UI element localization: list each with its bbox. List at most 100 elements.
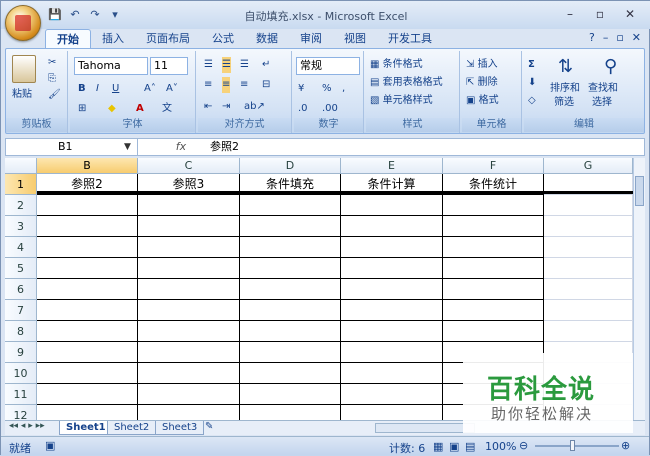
table-cell[interactable] — [240, 384, 341, 405]
font-color-icon[interactable]: A — [136, 101, 144, 117]
decrease-decimal-icon[interactable]: .00 — [322, 101, 338, 117]
normal-view-icon[interactable]: ▦ — [433, 440, 443, 453]
sort-filter-icon[interactable]: ⇅ — [558, 57, 573, 79]
ribbon-restore-icon[interactable]: ▫ — [616, 31, 623, 44]
borders-icon[interactable]: ⊞ — [78, 101, 86, 117]
table-cell[interactable] — [37, 300, 138, 321]
row-header[interactable]: 2 — [5, 195, 37, 216]
horizontal-scrollbar[interactable] — [375, 423, 475, 433]
table-cell[interactable] — [544, 279, 633, 300]
decrease-indent-icon[interactable]: ⇤ — [204, 99, 212, 115]
page-break-view-icon[interactable]: ▤ — [465, 440, 475, 453]
sheet-tab[interactable]: Sheet2 — [107, 421, 157, 435]
select-all-corner[interactable] — [5, 158, 37, 174]
row-header[interactable]: 11 — [5, 384, 37, 405]
table-cell[interactable] — [240, 321, 341, 342]
tab-home[interactable]: 开始 — [45, 29, 91, 49]
table-cell[interactable] — [341, 321, 443, 342]
table-cell[interactable] — [37, 279, 138, 300]
insert-sheet-icon[interactable]: ✎ — [205, 421, 213, 432]
row-header[interactable]: 7 — [5, 300, 37, 321]
row-header[interactable]: 1 — [5, 174, 37, 195]
table-cell[interactable] — [341, 258, 443, 279]
table-cell[interactable] — [138, 342, 240, 363]
insert-cells-button[interactable]: ⇲ 插入 — [466, 57, 498, 73]
table-cell[interactable] — [37, 321, 138, 342]
tab-view[interactable]: 视图 — [333, 29, 377, 49]
table-cell[interactable] — [37, 237, 138, 258]
table-cell[interactable] — [138, 237, 240, 258]
table-cell[interactable] — [544, 258, 633, 279]
table-cell[interactable] — [138, 300, 240, 321]
comma-icon[interactable]: , — [342, 81, 345, 97]
paste-icon[interactable] — [12, 55, 36, 83]
table-cell[interactable] — [37, 216, 138, 237]
zoom-level[interactable]: 100% — [485, 440, 516, 453]
zoom-slider-thumb[interactable] — [570, 440, 575, 451]
table-cell[interactable] — [341, 384, 443, 405]
delete-cells-button[interactable]: ⇱ 删除 — [466, 75, 498, 91]
binoculars-icon[interactable]: ⚲ — [604, 57, 617, 79]
tab-developer[interactable]: 开发工具 — [377, 29, 443, 49]
zoom-in-icon[interactable]: ⊕ — [621, 439, 630, 452]
currency-icon[interactable]: ¥ — [298, 81, 304, 97]
row-header[interactable]: 10 — [5, 363, 37, 384]
column-header[interactable]: B — [37, 158, 138, 174]
table-cell[interactable] — [138, 384, 240, 405]
table-cell[interactable] — [341, 195, 443, 216]
column-header[interactable]: E — [341, 158, 443, 174]
table-cell[interactable] — [240, 195, 341, 216]
copy-icon[interactable]: ⎘ — [48, 71, 56, 87]
font-size-select[interactable]: 11 — [150, 57, 188, 75]
close-button[interactable]: ✕ — [617, 5, 643, 23]
table-cell[interactable] — [138, 321, 240, 342]
column-header[interactable]: G — [544, 158, 633, 174]
autosum-icon[interactable]: Σ — [528, 57, 535, 73]
tab-review[interactable]: 审阅 — [289, 29, 333, 49]
table-cell[interactable] — [544, 321, 633, 342]
grow-font-button[interactable]: A˄ — [144, 81, 156, 97]
increase-decimal-icon[interactable]: .0 — [298, 101, 308, 117]
table-cell[interactable] — [443, 321, 544, 342]
table-cell[interactable] — [443, 195, 544, 216]
zoom-slider[interactable] — [535, 445, 619, 447]
tab-data[interactable]: 数据 — [245, 29, 289, 49]
fill-icon[interactable]: ⬇ — [528, 75, 536, 91]
merge-center-icon[interactable]: ⊟ — [262, 77, 270, 93]
align-left-icon[interactable]: ≡ — [204, 77, 212, 93]
sheet-tab[interactable]: Sheet3 — [155, 421, 205, 435]
wrap-text-icon[interactable]: ↵ — [262, 57, 270, 73]
tab-formulas[interactable]: 公式 — [201, 29, 245, 49]
table-cell[interactable] — [341, 279, 443, 300]
table-cell[interactable] — [341, 342, 443, 363]
table-cell[interactable] — [443, 279, 544, 300]
format-cells-button[interactable]: ▣ 格式 — [466, 93, 499, 109]
table-cell[interactable] — [341, 300, 443, 321]
table-cell[interactable] — [138, 363, 240, 384]
table-cell[interactable] — [544, 300, 633, 321]
orientation-icon[interactable]: ab↗ — [244, 99, 265, 115]
table-cell[interactable] — [37, 195, 138, 216]
zoom-out-icon[interactable]: ⊖ — [519, 439, 528, 452]
column-header[interactable]: D — [240, 158, 341, 174]
table-cell[interactable] — [341, 237, 443, 258]
name-box[interactable]: B1 — [6, 139, 138, 155]
table-cell[interactable] — [240, 405, 341, 420]
scrollbar-thumb[interactable] — [635, 176, 644, 206]
percent-icon[interactable]: % — [322, 81, 332, 97]
table-cell[interactable] — [443, 300, 544, 321]
align-right-icon[interactable]: ≡ — [240, 77, 248, 93]
align-middle-icon[interactable]: ☰ — [222, 57, 231, 73]
table-cell[interactable] — [443, 237, 544, 258]
number-format-select[interactable]: 常规 — [296, 57, 360, 75]
tab-insert[interactable]: 插入 — [91, 29, 135, 49]
minimize-button[interactable]: – — [557, 5, 583, 23]
increase-indent-icon[interactable]: ⇥ — [222, 99, 230, 115]
maximize-button[interactable]: ▫ — [587, 5, 613, 23]
column-header[interactable]: C — [138, 158, 240, 174]
row-header[interactable]: 9 — [5, 342, 37, 363]
table-cell[interactable] — [37, 363, 138, 384]
table-cell[interactable] — [240, 258, 341, 279]
page-layout-view-icon[interactable]: ▣ — [449, 440, 459, 453]
align-center-icon[interactable]: ≡ — [222, 77, 231, 93]
